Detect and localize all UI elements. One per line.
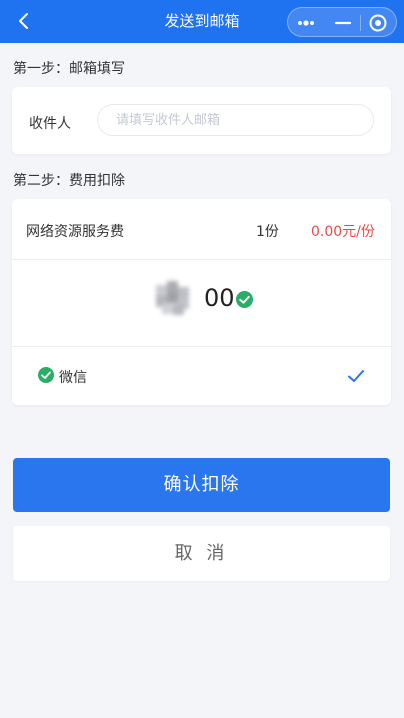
email-card: 收件人 <box>12 87 391 154</box>
more-dots-icon[interactable] <box>297 14 315 32</box>
menu-capsule <box>287 7 397 37</box>
fee-quantity: 1份 <box>256 224 279 240</box>
recipient-email-input[interactable] <box>97 104 374 136</box>
redacted-amount <box>152 281 196 315</box>
divider <box>12 346 391 347</box>
amount-value: 00 <box>204 284 235 312</box>
step2-title: 第二步：费用扣除 <box>13 173 125 189</box>
check-circle-icon <box>38 367 54 383</box>
capsule-divider <box>360 15 361 31</box>
step1-title: 第一步：邮箱填写 <box>13 61 125 77</box>
fee-price: 0.00元/份 <box>311 224 375 240</box>
cancel-button[interactable]: 取 消 <box>13 526 390 581</box>
recipient-label: 收件人 <box>29 116 71 132</box>
fee-name: 网络资源服务费 <box>26 224 124 240</box>
check-circle-icon <box>236 291 253 308</box>
checkmark-icon[interactable] <box>347 367 365 385</box>
close-circle-icon[interactable] <box>368 13 388 33</box>
fee-card: 网络资源服务费 1份 0.00元/份 00 微信 <box>12 199 391 405</box>
navigation-bar: 发送到邮箱 <box>0 0 404 43</box>
divider <box>12 259 391 260</box>
payment-method-wechat[interactable]: 微信 <box>59 367 87 387</box>
minimize-icon[interactable] <box>334 14 352 32</box>
confirm-deduct-button[interactable]: 确认扣除 <box>13 458 390 512</box>
